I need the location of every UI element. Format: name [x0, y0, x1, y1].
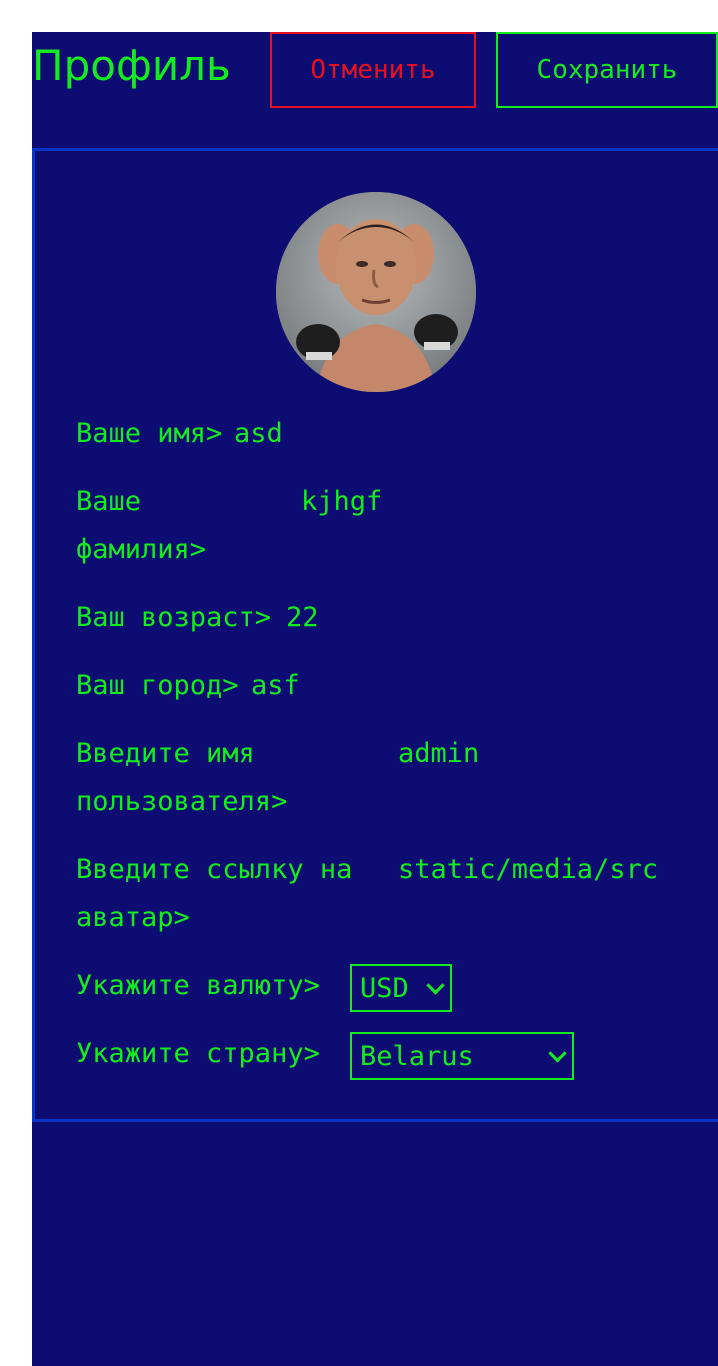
currency-select[interactable]: USD [350, 964, 452, 1012]
first-name-value[interactable]: asd [234, 410, 283, 458]
avatar [276, 192, 476, 392]
username-value[interactable]: admin [398, 730, 479, 778]
country-label: Укажите страну> [76, 1038, 320, 1069]
profile-card: Ваше имя> asd Ваше фамилия> kjhgf Ваш во… [32, 148, 718, 1122]
currency-selected: USD [360, 972, 409, 1004]
chevron-down-icon [426, 976, 445, 995]
city-label: Ваш город> [76, 670, 239, 701]
page-title: Профиль [32, 41, 231, 90]
avatar-link-label-line2: аватар> [76, 902, 190, 933]
city-value[interactable]: asf [251, 662, 300, 710]
last-name-label-line1: Ваше [76, 486, 142, 517]
age-value[interactable]: 22 [286, 594, 319, 642]
chevron-down-icon [548, 1044, 567, 1063]
avatar-link-value[interactable]: static/media/src [398, 846, 658, 894]
profile-page: Профиль Отменить Сохранить Ваше имя> asd… [32, 32, 718, 1366]
username-label-line2: пользователя> [76, 786, 288, 817]
avatar-photo-icon [276, 192, 476, 392]
country-selected: Belarus [360, 1040, 474, 1072]
currency-label: Укажите валюту> [76, 970, 320, 1001]
avatar-link-label-line1: Введите ссылку на [76, 854, 353, 885]
cancel-button[interactable]: Отменить [270, 32, 476, 108]
last-name-label-line2: фамилия> [76, 534, 207, 565]
country-select[interactable]: Belarus [350, 1032, 574, 1080]
first-name-label: Ваше имя> [76, 418, 223, 449]
username-label-line1: Введите имя [76, 738, 255, 769]
last-name-value[interactable]: kjhgf [301, 478, 382, 526]
save-button[interactable]: Сохранить [496, 32, 718, 108]
age-label: Ваш возраст> [76, 602, 272, 633]
